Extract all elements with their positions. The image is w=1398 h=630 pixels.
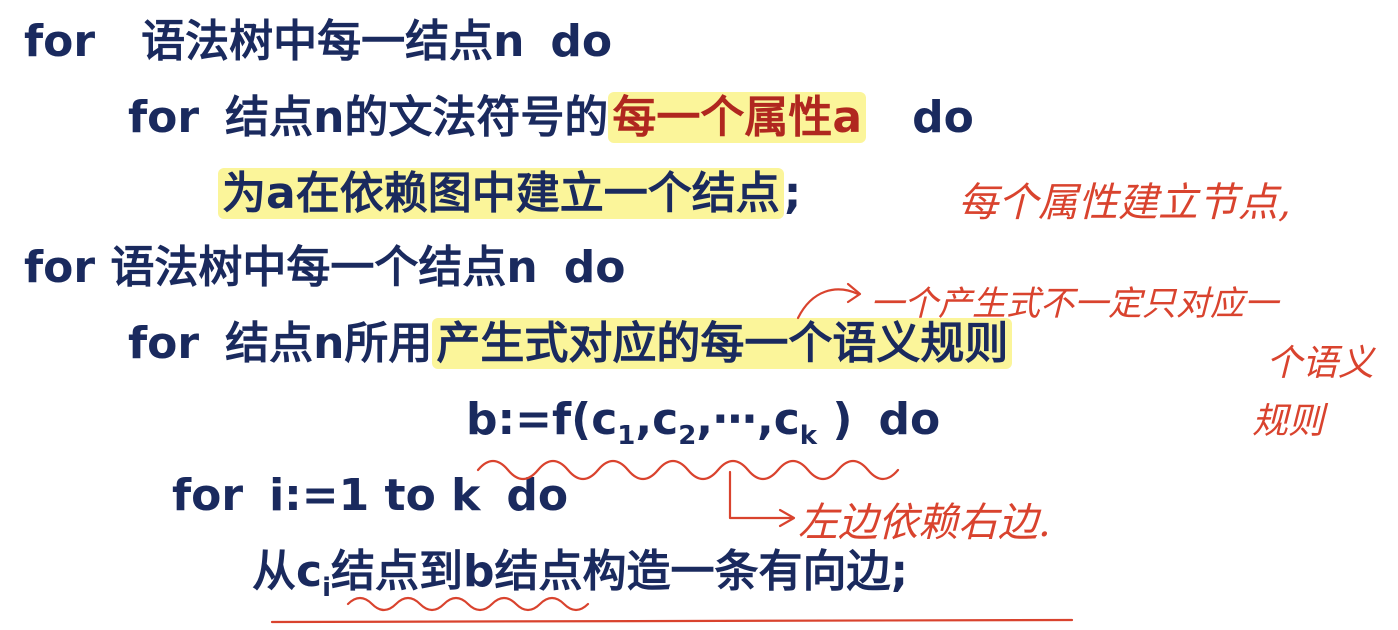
subscript: 2 [678, 421, 697, 451]
subscript: 1 [617, 421, 636, 451]
code-line-6: b:=f(c1,c2,⋯,ck ) do [466, 392, 941, 451]
slide: for 语法树中每一结点n do for 结点n的文法符号的每一个属性a do 为a在依… [0, 0, 1398, 630]
code-line-4: for 语法树中每一个结点n do [24, 240, 625, 296]
handwritten-note-3: 个语义 [1266, 343, 1375, 384]
arrow-head [778, 508, 796, 528]
keyword-do: do [550, 16, 613, 67]
line-text: 语法树中每一结点n [141, 16, 525, 67]
formula-part: ,c [635, 394, 679, 445]
code-line-2: for 结点n的文法符号的每一个属性a do [128, 90, 974, 146]
code-line-3: 为a在依赖图中建立一个结点; [218, 166, 801, 222]
keyword-do: do [912, 92, 974, 143]
formula-part: ) [817, 394, 853, 445]
line-text: 结点到b结点构造一条有向边; [331, 546, 909, 597]
line-text: i:=1 to k [269, 470, 481, 521]
code-line-1: for 语法树中每一结点n do [24, 14, 612, 70]
highlighted-text: 每一个属性a [608, 92, 867, 143]
handwritten-note-5: 左边依赖右边. [798, 500, 1051, 546]
formula-part: b:=f(c [466, 394, 618, 445]
code-line-8: 从ci结点到b结点构造一条有向边; [252, 544, 909, 603]
curved-arrow-stroke [796, 288, 860, 320]
keyword-for: for [24, 242, 96, 293]
subscript: k [799, 421, 818, 451]
code-line-7: for i:=1 to k do [172, 468, 568, 524]
subscript: i [322, 573, 332, 603]
line-text: 结点n所用 [225, 318, 433, 369]
underline-last-line [270, 618, 1074, 624]
highlighted-text: 产生式对应的每一个语义规则 [432, 318, 1013, 369]
handwritten-note-1: 每个属性建立节点, [958, 180, 1291, 226]
keyword-do: do [563, 242, 626, 293]
handwritten-note-4: 规则 [1252, 401, 1325, 442]
keyword-for: for [128, 318, 200, 369]
formula-part: ,⋯,c [696, 394, 800, 445]
corner-arrow-stroke [728, 470, 794, 520]
highlighted-text: 为a在依赖图中建立一个结点 [218, 168, 784, 219]
keyword-do: do [506, 470, 569, 521]
arrow-head [846, 282, 862, 304]
line-text: 从c [252, 546, 323, 597]
line-text: 语法树中每一个结点n [110, 242, 538, 293]
keyword-for: for [172, 470, 244, 521]
semicolon: ; [783, 168, 802, 219]
keyword-for: for [24, 16, 96, 67]
keyword-for: for [128, 92, 200, 143]
keyword-do: do [878, 394, 941, 445]
handwritten-note-2: 一个产生式不一定只对应一 [870, 284, 1278, 324]
line-text: 结点n的文法符号的 [225, 92, 609, 143]
